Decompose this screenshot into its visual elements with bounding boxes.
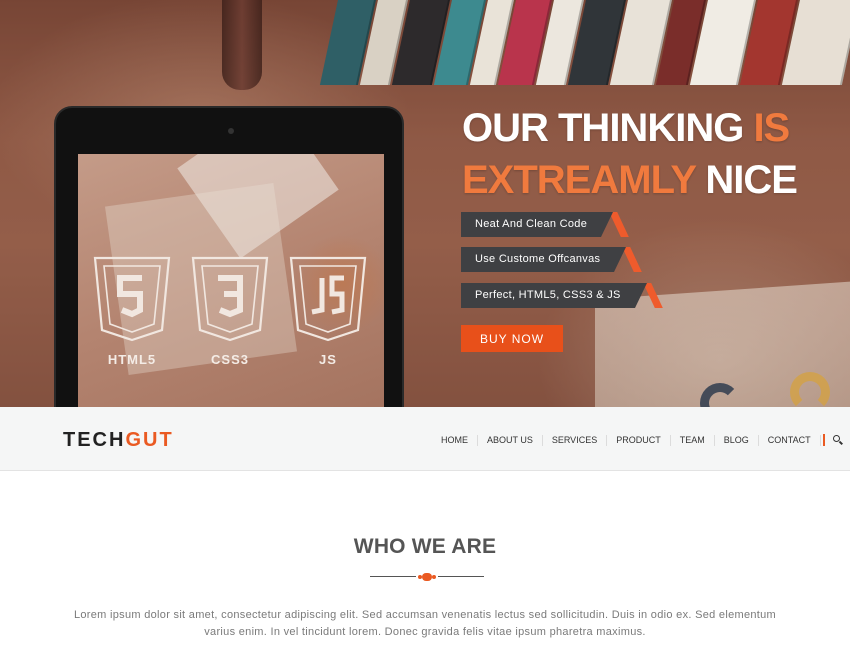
logo-accent: GUT (125, 429, 174, 451)
nav-menu: HOME ABOUT US SERVICES PRODUCT TEAM BLOG… (432, 433, 845, 447)
badge-label: JS (319, 352, 337, 367)
search-icon[interactable] (831, 433, 845, 447)
nav-item-services[interactable]: SERVICES (543, 434, 608, 446)
nav-item-about-us[interactable]: ABOUT US (478, 434, 543, 446)
about-text: Lorem ipsum dolor sit amet, consectetur … (73, 609, 777, 638)
title-divider (370, 572, 484, 582)
divider-dot (432, 575, 436, 579)
tablet-camera (228, 128, 234, 134)
nav-item-contact[interactable]: CONTACT (759, 434, 821, 446)
badge-label: HTML5 (107, 352, 157, 367)
feature-text: Perfect, HTML5, CSS3 & JS (475, 289, 621, 301)
tablet-mockup: HTML5 CSS3 JS (54, 106, 404, 407)
divider-center (422, 573, 432, 581)
html5-icon (92, 256, 172, 342)
nav-item-home[interactable]: HOME (432, 434, 478, 446)
hero-title-accent: EXTREAMLY (462, 158, 696, 202)
js-icon (288, 256, 368, 342)
badge-js: JS (288, 256, 368, 367)
search-icon-handle (838, 440, 843, 445)
nav-item-team[interactable]: TEAM (671, 434, 715, 446)
decor-shape (790, 372, 830, 407)
tablet-screen: HTML5 CSS3 JS (78, 154, 384, 407)
hero-title: OUR THINKING IS EXTREAMLY NICE (462, 102, 798, 206)
hero-title-part: NICE (695, 158, 798, 202)
bottle-background (222, 0, 262, 90)
hero-section: HTML5 CSS3 JS OUR THINKING IS EXTREAMLY … (0, 0, 850, 407)
divider-line (438, 576, 484, 577)
logo[interactable]: TECHGUT (63, 429, 174, 452)
books-background (319, 0, 850, 95)
feature-label: Perfect, HTML5, CSS3 & JS (461, 283, 663, 308)
badge-html5: HTML5 (92, 256, 172, 367)
buy-now-button[interactable]: BUY NOW (461, 325, 563, 352)
logo-part: TECH (63, 429, 126, 451)
css3-icon (190, 256, 270, 342)
feature-text: Use Custome Offcanvas (475, 253, 601, 265)
badge-label: CSS3 (211, 352, 249, 367)
feature-text: Neat And Clean Code (475, 218, 588, 230)
badge-css3: CSS3 (190, 256, 270, 367)
nav-item-product[interactable]: PRODUCT (607, 434, 671, 446)
hero-title-part: OUR THINKING (462, 106, 754, 150)
nav-item-blog[interactable]: BLOG (715, 434, 759, 446)
feature-label: Neat And Clean Code (461, 212, 629, 237)
nav-separator (822, 434, 825, 446)
section-title: WHO WE ARE (353, 535, 497, 558)
feature-label: Use Custome Offcanvas (461, 247, 643, 272)
main-navbar: TECHGUT HOME ABOUT US SERVICES PRODUCT T… (0, 407, 850, 471)
hero-title-accent: IS (753, 106, 790, 150)
divider-line (370, 576, 416, 577)
